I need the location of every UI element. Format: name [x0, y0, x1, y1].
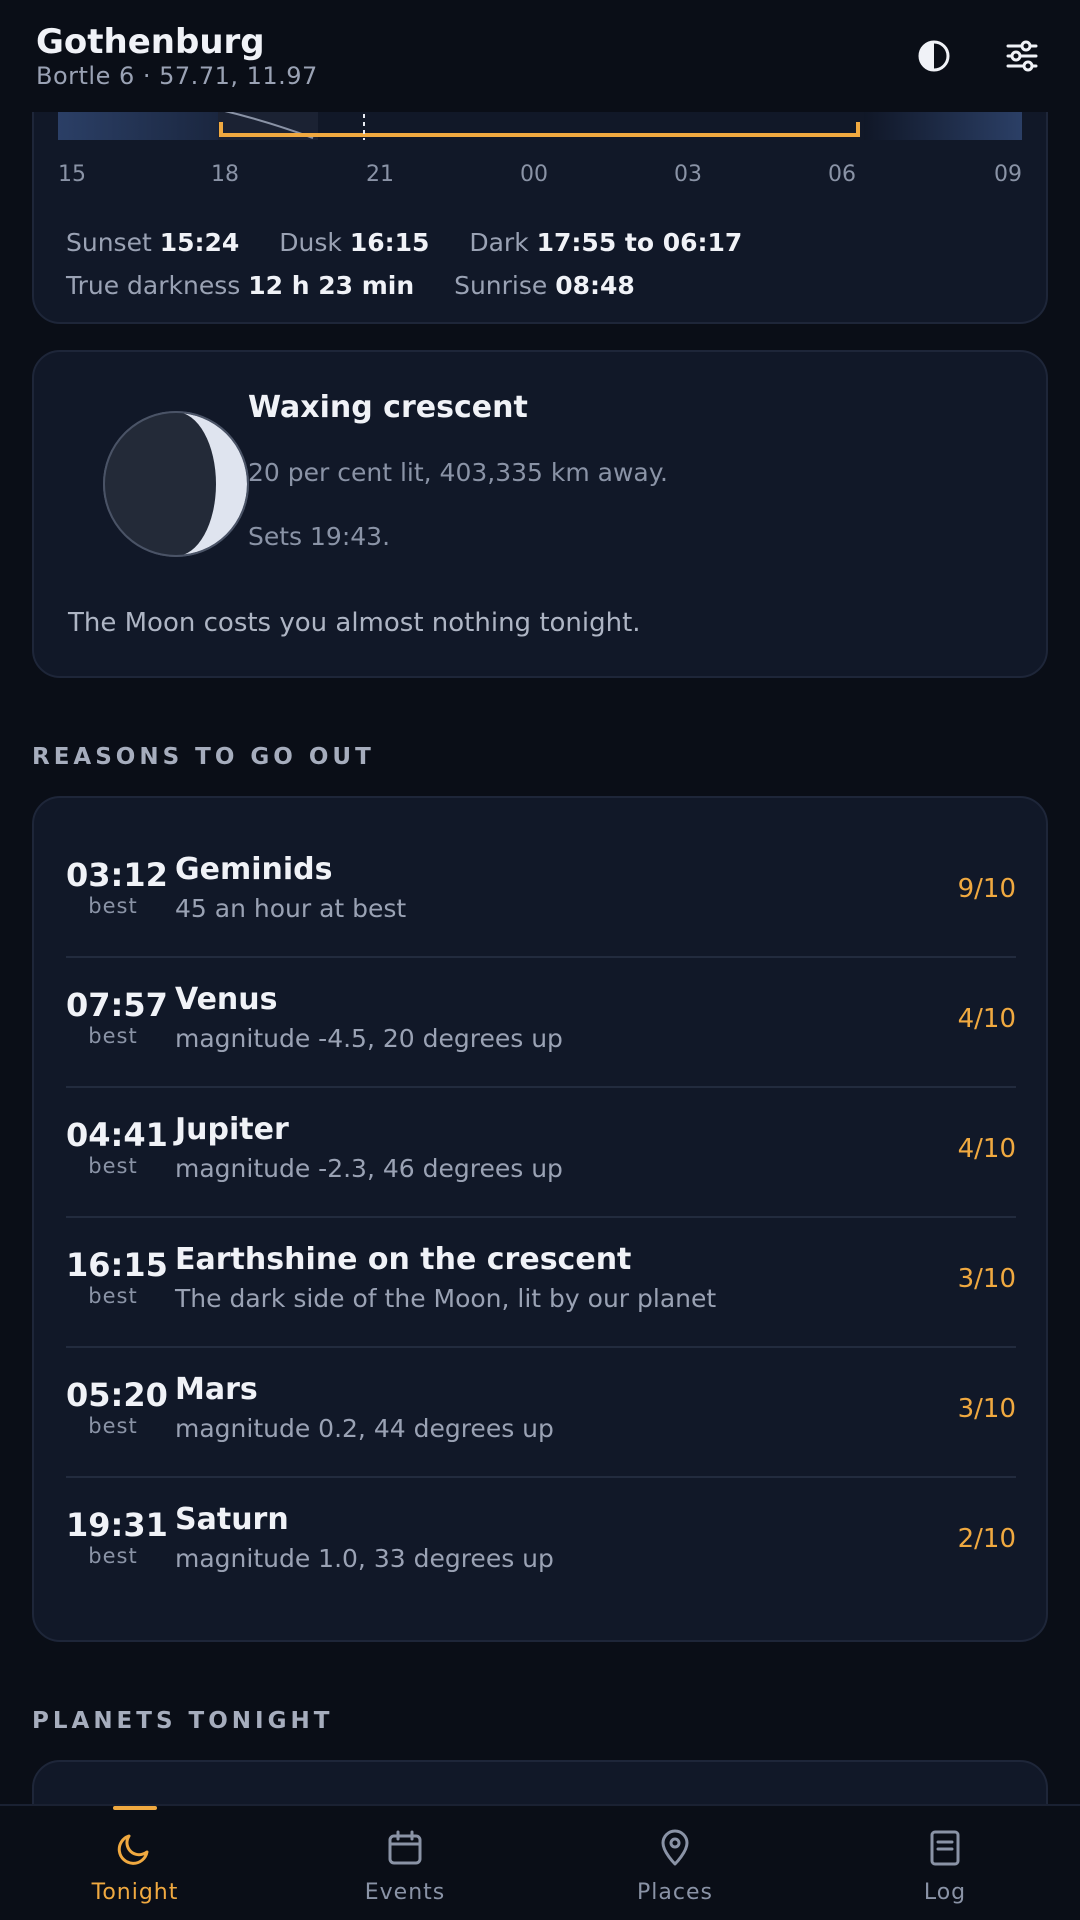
nav-label: Tonight — [91, 1880, 179, 1905]
sunset-time: 15:24 — [159, 228, 240, 257]
app-screen: 15 18 21 00 03 06 09 Sunset 15:24 Dusk 1… — [0, 0, 1080, 1920]
list-item[interactable]: 04:41 best Jupiter magnitude -2.3, 46 de… — [66, 1088, 1016, 1218]
best-label: best — [88, 1024, 138, 1048]
tick-label: 09 — [994, 162, 1022, 187]
best-time: 05:20 — [66, 1376, 168, 1414]
event-name: Mars — [175, 1372, 258, 1407]
planets-section-title: PLANETS TONIGHT — [32, 1708, 334, 1734]
reasons-card: 03:12 best Geminids 45 an hour at best 9… — [32, 796, 1048, 1642]
nav-tab-places[interactable]: Places — [540, 1806, 810, 1920]
event-score: 3/10 — [957, 1394, 1016, 1424]
event-name: Geminids — [175, 852, 333, 887]
sunset-label: Sunset — [66, 228, 152, 257]
list-item[interactable]: 19:31 best Saturn magnitude 1.0, 33 degr… — [66, 1478, 1016, 1608]
dusk-time: 16:15 — [349, 228, 430, 257]
active-tab-indicator — [113, 1806, 157, 1810]
best-label: best — [88, 1284, 138, 1308]
event-score: 2/10 — [957, 1524, 1016, 1554]
tick-label: 06 — [828, 162, 856, 187]
event-score: 4/10 — [957, 1004, 1016, 1034]
event-description: 45 an hour at best — [175, 894, 407, 923]
nav-label: Places — [637, 1880, 713, 1905]
nav-label: Log — [923, 1880, 967, 1905]
true-darkness-value: 12 h 23 min — [248, 271, 415, 300]
best-time: 07:57 — [66, 986, 168, 1024]
best-label: best — [88, 1154, 138, 1178]
nav-tab-events[interactable]: Events — [270, 1806, 540, 1920]
settings-button[interactable] — [1000, 34, 1044, 78]
bottom-nav: Tonight Events Places Log — [0, 1804, 1080, 1920]
top-header: Gothenburg Bortle 6 · 57.71, 11.97 — [0, 0, 1080, 112]
moon-phase-icon — [103, 411, 249, 557]
tick-label: 18 — [211, 162, 239, 187]
sunrise-time: 08:48 — [555, 271, 635, 300]
dark-range: 17:55 to 06:17 — [536, 228, 743, 257]
event-description: magnitude -4.5, 20 degrees up — [175, 1024, 563, 1053]
best-time: 03:12 — [66, 856, 168, 894]
best-label: best — [88, 1414, 138, 1438]
moon-phase-title: Waxing crescent — [248, 390, 528, 425]
reasons-list: 03:12 best Geminids 45 an hour at best 9… — [66, 828, 1016, 1608]
nav-tab-log[interactable]: Log — [810, 1806, 1080, 1920]
tick-label: 00 — [520, 162, 548, 187]
notebook-icon — [930, 1830, 960, 1866]
moon-icon — [117, 1834, 149, 1865]
dark-label: Dark — [469, 228, 529, 257]
event-description: The dark side of the Moon, lit by our pl… — [175, 1284, 717, 1313]
tick-label: 21 — [366, 162, 394, 187]
darkness-stats-row-2: True darkness 12 h 23 min Sunrise 08:48 — [66, 271, 667, 300]
sunrise-label: Sunrise — [454, 271, 548, 300]
best-label: best — [88, 894, 138, 918]
event-name: Jupiter — [175, 1112, 289, 1147]
reasons-section-title: REASONS TO GO OUT — [32, 744, 375, 770]
event-description: magnitude 0.2, 44 degrees up — [175, 1414, 554, 1443]
true-darkness-label: True darkness — [66, 271, 241, 300]
event-score: 4/10 — [957, 1134, 1016, 1164]
nav-label: Events — [364, 1880, 446, 1905]
event-name: Saturn — [175, 1502, 289, 1537]
event-description: magnitude -2.3, 46 degrees up — [175, 1154, 563, 1183]
dusk-label: Dusk — [279, 228, 342, 257]
timeline-ticks: 15 18 21 00 03 06 09 — [58, 162, 1022, 192]
calendar-icon — [388, 1830, 422, 1865]
list-item[interactable]: 07:57 best Venus magnitude -4.5, 20 degr… — [66, 958, 1016, 1088]
moon-illumination-text: 20 per cent lit, 403,335 km away. — [248, 458, 668, 487]
best-label: best — [88, 1544, 138, 1568]
event-score: 9/10 — [957, 874, 1016, 904]
best-time: 16:15 — [66, 1246, 168, 1284]
sliders-icon — [1006, 40, 1038, 72]
best-time: 04:41 — [66, 1116, 168, 1154]
event-score: 3/10 — [957, 1264, 1016, 1294]
map-pin-icon — [661, 1829, 689, 1866]
moon-card[interactable]: Waxing crescent 20 per cent lit, 403,335… — [32, 350, 1048, 678]
list-item[interactable]: 16:15 best Earthshine on the crescent Th… — [66, 1218, 1016, 1348]
list-item[interactable]: 05:20 best Mars magnitude 0.2, 44 degree… — [66, 1348, 1016, 1478]
location-subtitle: Bortle 6 · 57.71, 11.97 — [36, 62, 318, 90]
nav-tab-tonight[interactable]: Tonight — [0, 1806, 270, 1920]
tick-label: 03 — [674, 162, 702, 187]
moon-impact-text: The Moon costs you almost nothing tonigh… — [68, 608, 641, 638]
contrast-button[interactable] — [912, 34, 956, 78]
list-item[interactable]: 03:12 best Geminids 45 an hour at best 9… — [66, 828, 1016, 958]
best-time: 19:31 — [66, 1506, 168, 1544]
moon-set-text: Sets 19:43. — [248, 522, 391, 551]
tick-label: 15 — [58, 162, 86, 187]
event-name: Earthshine on the crescent — [175, 1242, 632, 1277]
event-description: magnitude 1.0, 33 degrees up — [175, 1544, 554, 1573]
darkness-stats-row-1: Sunset 15:24 Dusk 16:15 Dark 17:55 to 06… — [66, 228, 774, 257]
contrast-icon — [918, 40, 950, 72]
event-name: Venus — [175, 982, 278, 1017]
location-title[interactable]: Gothenburg — [36, 22, 265, 62]
